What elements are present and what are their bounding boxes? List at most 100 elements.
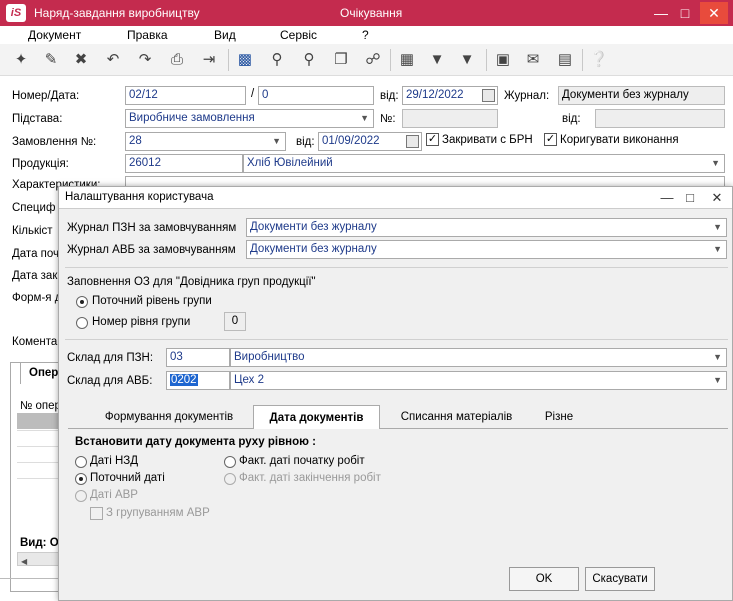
order-date-input[interactable]: 01/09/2022 [318,132,422,151]
level-number-field: 0 [224,312,246,331]
minimize-icon[interactable]: — [656,187,678,209]
avr-grouping-checkbox[interactable] [90,507,103,520]
avr-date-radio[interactable] [75,490,87,502]
view-label: Вид: О [20,537,59,549]
menu-bar: Документ Правка Вид Сервіс ? [0,26,733,44]
ok-button[interactable]: OK [509,567,579,591]
basis-from-label: від: [562,113,581,125]
minimize-icon[interactable]: — [650,2,672,24]
close-icon[interactable]: ✕ [705,187,729,209]
maximize-icon[interactable]: □ [674,2,696,24]
start-date-label: Дата поч [12,248,60,260]
calendar-icon[interactable] [406,135,419,148]
journal-field: Документи без журналу [558,86,725,105]
product-name-select[interactable]: Хліб Ювілейний ▼ [243,154,725,173]
cancel-button[interactable]: Скасувати [585,567,655,591]
doc-date-input[interactable]: 29/12/2022 [402,86,498,105]
help-icon[interactable]: ❔ [588,49,610,71]
clear-filter-icon[interactable]: ▼ [456,49,478,71]
menu-service[interactable]: Сервіс [280,28,317,42]
order-select[interactable]: 28 ▼ [125,132,286,151]
chevron-down-icon: ▼ [272,136,281,146]
actual-end-radio[interactable] [224,473,236,485]
horizontal-scrollbar[interactable]: ◀ [17,552,59,566]
menu-document[interactable]: Документ [28,28,81,42]
form-label: Форм-я д [12,292,62,304]
current-level-radio[interactable] [76,296,88,308]
oz-fill-label: Заповнення ОЗ для "Довідника груп продук… [67,276,316,288]
basis-select[interactable]: Виробниче замовлення ▼ [125,109,374,128]
pzn-journal-select[interactable]: Документи без журналу ▼ [246,218,727,237]
actual-start-radio[interactable] [224,456,236,468]
menu-help[interactable]: ? [362,28,369,42]
warehouse-pzn-code-input[interactable]: 03 [166,348,230,367]
operation-number-column: № опер [20,400,61,412]
chevron-down-icon: ▼ [713,352,722,362]
search-icon[interactable]: ⚲ [266,49,288,71]
chevron-down-icon: ▼ [360,113,369,123]
doc-subnumber-input[interactable]: 0 [258,86,374,105]
close-icon[interactable]: ✕ [700,2,728,24]
print-icon[interactable]: ⎙ [166,49,188,71]
delete-doc-icon[interactable]: ✖ [70,49,92,71]
slash-label: / [251,88,255,100]
mail-icon[interactable]: ✉ [522,49,544,71]
chevron-down-icon: ▼ [713,244,722,254]
find-next-icon[interactable]: ⚲ [298,49,320,71]
product-code-input[interactable]: 26012 [125,154,243,173]
tab-materials-writeoff[interactable]: Списання матеріалів [389,405,524,429]
menu-view[interactable]: Вид [214,28,236,42]
grid-icon[interactable]: ▦ [396,49,418,71]
warehouse-pzn-select[interactable]: Виробництво ▼ [230,348,727,367]
warehouse-avb-code-input[interactable]: 0202 [166,371,230,390]
calendar-icon[interactable] [482,89,495,102]
current-level-label: Поточний рівень групи [92,295,212,307]
warehouse-avb-select[interactable]: Цех 2 ▼ [230,371,727,390]
create-doc-icon[interactable]: ✦ [10,49,32,71]
avb-journal-select[interactable]: Документи без журналу ▼ [246,240,727,259]
chevron-down-icon: ▼ [713,375,722,385]
number-date-label: Номер/Дата: [12,90,80,102]
user-settings-dialog: Налаштування користувача — □ ✕ Журнал ПЗ… [58,186,733,601]
tab-document-dates[interactable]: Дата документів [253,405,380,429]
archive-icon[interactable]: ▤ [554,49,576,71]
from-label: від: [380,90,399,102]
edit-doc-icon[interactable]: ✎ [40,49,62,71]
correct-execution-label: Коригувати виконання [560,134,679,146]
basis-date-field [595,109,725,128]
tab-other[interactable]: Різне [529,405,589,429]
doc-number-input[interactable]: 02/12 [125,86,246,105]
undo-icon[interactable]: ↶ [102,49,124,71]
warehouse-avb-label: Склад для АВБ: [67,375,153,387]
set-date-heading: Встановити дату документа руху рівною : [75,436,316,448]
close-brn-checkbox[interactable]: ✓ [426,133,439,146]
toolbar: ✦ ✎ ✖ ↶ ↷ ⎙ ⇥ ▩ ⚲ ⚲ ❐ ☍ ▦ ▼ ▼ ▣ ✉ ▤ ❔ [0,44,733,76]
operations-tab[interactable]: Опер [20,362,60,384]
order-from-label: від: [296,136,315,148]
redo-icon[interactable]: ↷ [134,49,156,71]
table-row[interactable] [17,413,59,429]
actual-end-label: Факт. даті закінчення робіт [239,472,381,484]
maximize-icon[interactable]: □ [679,187,701,209]
level-number-radio[interactable] [76,317,88,329]
journal-label: Журнал: [504,90,550,102]
filter-icon[interactable]: ▼ [426,49,448,71]
dialog-title: Налаштування користувача [65,191,214,203]
app-logo-icon: iS [6,4,26,22]
actual-start-label: Факт. даті початку робіт [239,455,365,467]
current-date-radio[interactable] [75,473,87,485]
warehouse-pzn-label: Склад для ПЗН: [67,352,154,364]
menu-edit[interactable]: Правка [127,28,168,42]
product-label: Продукція: [12,158,69,170]
copy-icon[interactable]: ❐ [330,49,352,71]
nzd-date-radio[interactable] [75,456,87,468]
tree-icon[interactable]: ☍ [362,49,384,71]
correct-execution-checkbox[interactable]: ✓ [544,133,557,146]
quantity-label: Кількіст [12,225,53,237]
save-icon[interactable]: ▩ [234,49,256,71]
export-icon[interactable]: ⇥ [198,49,220,71]
dialog-title-bar: Налаштування користувача — □ ✕ [59,187,732,209]
main-title-bar: iS Наряд-завдання виробництву Очікування… [0,0,733,26]
document-icon[interactable]: ▣ [492,49,514,71]
tab-document-forming[interactable]: Формування документів [89,405,249,429]
